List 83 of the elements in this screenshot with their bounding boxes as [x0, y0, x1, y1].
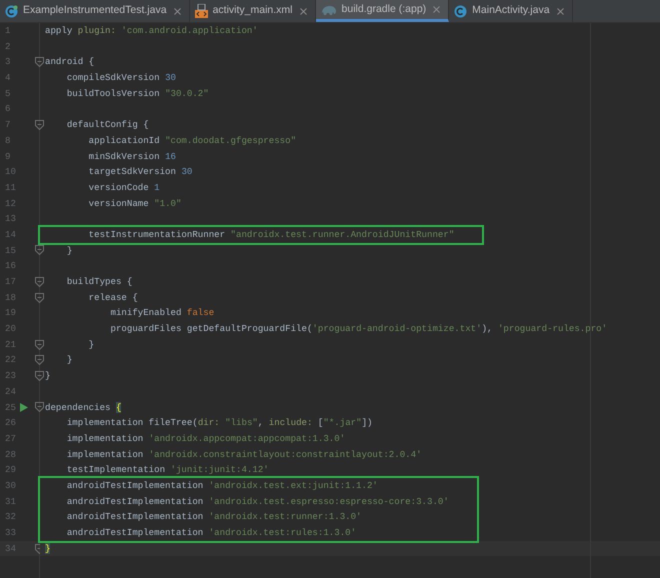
line-number: 10 [4, 165, 17, 179]
line-number: 5 [4, 86, 12, 100]
code-line: minSdkVersion 16 [88, 150, 176, 162]
line-number: 26 [4, 416, 17, 430]
code-line: androidTestImplementation 'androidx.test:runner:1.3.0' [66, 511, 362, 522]
line-number: 30 [4, 478, 17, 493]
code-line: } [66, 244, 72, 256]
line-number: 1 [4, 24, 12, 38]
line-number: 29 [4, 463, 17, 477]
code-line: testInstrumentationRunner "androidx.test.runner.AndroidJUnitRunner" [88, 228, 454, 240]
line-number: 12 [4, 196, 17, 210]
line-number: 17 [4, 275, 17, 289]
code-line: apply plugin: 'com.android.application' [45, 25, 258, 36]
code-line: proguardFiles getDefaultProguardFile('proguard-android-optimize.txt'), 'proguard-rules.pro' [109, 323, 608, 334]
close-icon[interactable] [554, 6, 566, 16]
line-number: 28 [4, 448, 17, 462]
code-line: versionCode 1 [88, 182, 160, 193]
editor-tab[interactable]: ExampleInstrumentedTest.java [0, 0, 190, 22]
code-line: } [88, 338, 94, 350]
code-line: release { [88, 292, 138, 303]
code-line: android { [45, 56, 94, 68]
code-line: minifyEnabled false [109, 307, 214, 318]
fold-marker-icon[interactable] [35, 276, 44, 287]
line-number: 13 [4, 212, 17, 226]
elephant-icon [320, 4, 337, 16]
fold-marker-icon[interactable] [35, 340, 44, 350]
code-line: buildToolsVersion "30.0.2" [66, 88, 209, 99]
editor-tab[interactable]: activity_main.xml [190, 0, 316, 22]
code-line: buildTypes { [66, 276, 132, 287]
code-line: dependencies { [45, 402, 122, 412]
line-number: 6 [4, 102, 12, 116]
code-line: implementation fileTree(dir: "libs", include: ["*.jar"]) [66, 417, 372, 428]
line-number: 8 [4, 134, 12, 148]
editor-tab[interactable]: build.gradle (:app) [316, 0, 450, 22]
line-number: 33 [4, 526, 17, 540]
code-line: defaultConfig { [66, 119, 149, 130]
code-line: implementation 'androidx.appcompat:appcompat:1.3.0' [66, 432, 346, 444]
line-number: 3 [4, 55, 12, 70]
fold-marker-icon[interactable] [35, 292, 44, 303]
fold-marker-icon[interactable] [35, 370, 44, 381]
code-line: applicationId "com.doodat.gfgespresso" [88, 134, 296, 146]
code-line: } [45, 370, 50, 382]
editor-tab[interactable]: MainActivity.java [449, 0, 573, 22]
code-line: androidTestImplementation 'androidx.test.espresso:espresso-core:3.3.0' [66, 496, 449, 507]
fold-marker-icon[interactable] [35, 245, 44, 256]
line-number: 19 [4, 306, 17, 320]
line-number: 14 [4, 228, 17, 242]
close-icon[interactable] [431, 4, 442, 15]
code-line: versionName "1.0" [88, 198, 182, 209]
line-number: 31 [4, 494, 17, 508]
fold-marker-icon[interactable] [35, 120, 44, 130]
fold-marker-icon[interactable] [35, 57, 44, 68]
code-line: implementation 'androidx.constraintlayout:constraintlayout:2.0.4' [66, 448, 422, 460]
code-line: androidTestImplementation 'androidx.test.ext:junit:1.1.2' [66, 480, 378, 491]
class-icon [454, 4, 468, 18]
code-line: androidTestImplementation 'androidx.test:rules:1.3.0' [66, 527, 356, 538]
line-number: 7 [4, 118, 12, 132]
line-number: 24 [4, 384, 17, 398]
line-number: 15 [4, 244, 17, 258]
line-number: 23 [4, 369, 17, 383]
run-icon[interactable] [20, 402, 28, 412]
code-line: compileSdkVersion 30 [66, 72, 176, 84]
line-number: 21 [4, 338, 17, 352]
line-number: 16 [4, 259, 17, 273]
code-line: targetSdkVersion 30 [88, 166, 192, 178]
line-number: 4 [4, 71, 12, 85]
class-icon [5, 4, 18, 18]
line-number: 2 [4, 40, 12, 54]
line-number: 22 [4, 353, 17, 368]
fold-marker-icon[interactable] [35, 355, 44, 366]
line-number: 20 [4, 322, 17, 336]
line-number: 25 [4, 400, 17, 414]
line-number: 18 [4, 290, 17, 304]
line-number: 9 [4, 150, 12, 164]
line-number: 32 [4, 510, 17, 524]
code-line: } [66, 354, 72, 366]
layout-file-icon [194, 4, 208, 18]
line-number: 11 [4, 180, 17, 195]
close-icon[interactable] [298, 6, 309, 16]
code-line: testImplementation 'junit:junit:4.12' [66, 464, 269, 476]
line-number: 27 [4, 432, 17, 446]
fold-marker-icon[interactable] [35, 402, 44, 412]
close-icon[interactable] [172, 6, 183, 16]
